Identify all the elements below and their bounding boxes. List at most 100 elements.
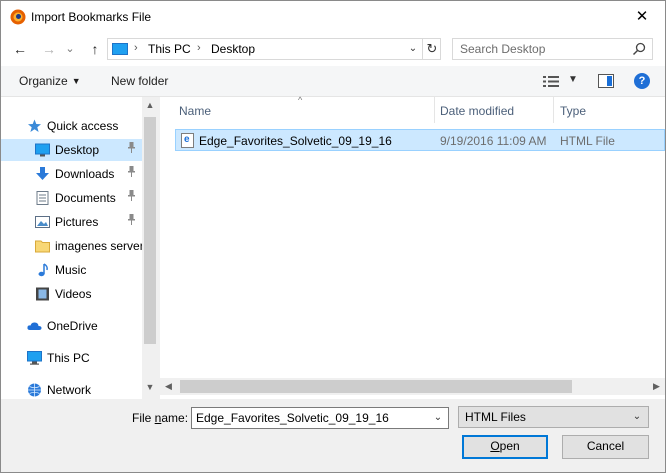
- sidebar-item-quick-access[interactable]: Quick access: [1, 115, 142, 137]
- forward-button[interactable]: →: [39, 39, 59, 59]
- help-icon[interactable]: ?: [634, 73, 650, 89]
- close-button[interactable]: ✕: [619, 1, 665, 32]
- file-type-value: HTML Files: [465, 410, 526, 424]
- file-date-modified: 9/19/2016 11:09 AM: [440, 134, 547, 148]
- dialog-footer: File name: Edge_Favorites_Solvetic_09_19…: [1, 399, 665, 472]
- computer-icon: [27, 351, 42, 365]
- sidebar-item-label: Downloads: [55, 167, 115, 181]
- scroll-up-icon[interactable]: ▲: [142, 97, 158, 114]
- scroll-left-icon[interactable]: ◀: [160, 378, 177, 395]
- pin-icon[interactable]: [127, 190, 136, 204]
- column-header-name[interactable]: ^ Name: [160, 95, 434, 123]
- firefox-icon: [10, 9, 26, 25]
- network-icon: [27, 383, 42, 397]
- html-file-icon: e: [181, 133, 194, 148]
- open-button[interactable]: Open: [462, 435, 548, 459]
- chevron-down-icon[interactable]: ⌄: [404, 40, 422, 58]
- address-bar[interactable]: › This PC › Desktop ⌄ ↻: [107, 38, 441, 60]
- forward-arrow-icon: →: [42, 41, 56, 57]
- this-pc-icon: [112, 43, 128, 55]
- title-bar: Import Bookmarks File ✕: [1, 1, 665, 32]
- pin-icon[interactable]: [127, 214, 136, 228]
- window-title: Import Bookmarks File: [31, 10, 152, 24]
- new-folder-label: New folder: [111, 74, 169, 88]
- close-icon: ✕: [635, 8, 649, 25]
- breadcrumb-this-pc[interactable]: This PC: [148, 42, 191, 56]
- column-header-type[interactable]: Type: [554, 97, 664, 123]
- sidebar-item-label: OneDrive: [47, 319, 98, 333]
- column-label: Type: [560, 104, 587, 118]
- chevron-down-icon: ⌄: [65, 43, 75, 55]
- organize-label: Organize: [19, 74, 68, 88]
- sidebar-item-pictures[interactable]: Pictures: [1, 211, 142, 233]
- sidebar-item-network[interactable]: Network: [1, 379, 142, 399]
- sidebar-item-label: Documents: [55, 191, 116, 205]
- sidebar-item-label: Videos: [55, 287, 92, 301]
- breadcrumb-desktop[interactable]: Desktop: [211, 42, 255, 56]
- desktop-icon: [35, 143, 50, 157]
- navigation-pane: Quick access Desktop Downloads Documents Pic…: [1, 97, 158, 399]
- recent-locations-button[interactable]: ⌄: [63, 39, 77, 59]
- file-name-value: Edge_Favorites_Solvetic_09_19_16: [196, 411, 389, 425]
- scrollbar-thumb[interactable]: [180, 380, 572, 393]
- scrollbar-thumb[interactable]: [144, 117, 156, 344]
- search-icon[interactable]: [632, 42, 646, 56]
- column-header-date-modified[interactable]: Date modified: [435, 97, 553, 123]
- star-icon: [27, 119, 42, 133]
- command-bar: Organize ▼ New folder ▼ ?: [1, 66, 665, 97]
- file-name: Edge_Favorites_Solvetic_09_19_16: [199, 134, 392, 148]
- navigation-bar: ← → ⌄ ↑ › This PC › Desktop ⌄ ↻ Search D…: [1, 32, 665, 66]
- music-icon: [35, 263, 50, 277]
- sidebar-item-label: Music: [55, 263, 87, 277]
- cancel-button[interactable]: Cancel: [562, 435, 649, 459]
- pin-icon[interactable]: [127, 142, 136, 156]
- chevron-down-icon: ⌄: [632, 411, 642, 422]
- pin-icon[interactable]: [127, 166, 136, 180]
- caret-down-icon: ▼: [71, 76, 81, 86]
- file-type: HTML File: [560, 134, 615, 148]
- search-box[interactable]: Search Desktop: [452, 38, 653, 60]
- up-arrow-icon: ↑: [91, 41, 99, 57]
- cloud-icon: [27, 319, 42, 333]
- horizontal-scrollbar[interactable]: ◀ ▶: [160, 378, 665, 395]
- sidebar-item-label: imagenes server: [55, 239, 144, 253]
- sidebar-item-documents[interactable]: Documents: [1, 187, 142, 209]
- chevron-down-icon[interactable]: ⌄: [430, 409, 446, 427]
- sidebar-item-label: Pictures: [55, 215, 99, 229]
- organize-button[interactable]: Organize ▼: [19, 74, 81, 88]
- search-placeholder: Search Desktop: [460, 42, 546, 56]
- details-view-icon[interactable]: [543, 75, 559, 88]
- scroll-right-icon[interactable]: ▶: [648, 378, 665, 395]
- sidebar-item-desktop[interactable]: Desktop: [1, 139, 142, 161]
- up-button[interactable]: ↑: [85, 39, 105, 59]
- sort-ascending-icon: ^: [298, 95, 303, 105]
- new-folder-button[interactable]: New folder: [111, 74, 168, 88]
- navigation-pane-scrollbar[interactable]: ▲ ▼: [142, 97, 158, 399]
- documents-icon: [35, 191, 50, 205]
- pictures-icon: [35, 215, 50, 229]
- preview-pane-icon[interactable]: [598, 74, 614, 88]
- scroll-down-icon[interactable]: ▼: [142, 379, 158, 396]
- sidebar-item-imagenes-server[interactable]: imagenes server: [1, 235, 144, 257]
- sidebar-item-label: Network: [47, 383, 92, 397]
- column-label: Name: [179, 104, 212, 118]
- breadcrumb-separator-icon: ›: [197, 42, 201, 54]
- import-bookmarks-dialog: Import Bookmarks File ✕ ← → ⌄ ↑ › This P…: [0, 0, 666, 473]
- sidebar-item-label: Quick access: [47, 119, 119, 133]
- sidebar-item-this-pc[interactable]: This PC: [1, 347, 142, 369]
- back-arrow-icon: ←: [13, 41, 27, 57]
- sidebar-item-videos[interactable]: Videos: [1, 283, 142, 305]
- file-name-label: File name:: [132, 411, 189, 425]
- download-icon: [35, 167, 50, 181]
- sidebar-item-label: Desktop: [55, 143, 100, 157]
- sidebar-item-onedrive[interactable]: OneDrive: [1, 315, 142, 337]
- sidebar-item-music[interactable]: Music: [1, 259, 142, 281]
- back-button[interactable]: ←: [10, 39, 30, 59]
- file-type-select[interactable]: HTML Files ⌄: [458, 406, 649, 428]
- sidebar-item-downloads[interactable]: Downloads: [1, 163, 142, 185]
- file-name-field[interactable]: Edge_Favorites_Solvetic_09_19_16 ⌄: [191, 407, 449, 429]
- view-options-caret-icon[interactable]: ▼: [568, 74, 578, 85]
- file-row[interactable]: e Edge_Favorites_Solvetic_09_19_16 9/19/…: [175, 129, 665, 151]
- folder-icon: [35, 239, 50, 253]
- refresh-icon[interactable]: ↻: [422, 39, 441, 59]
